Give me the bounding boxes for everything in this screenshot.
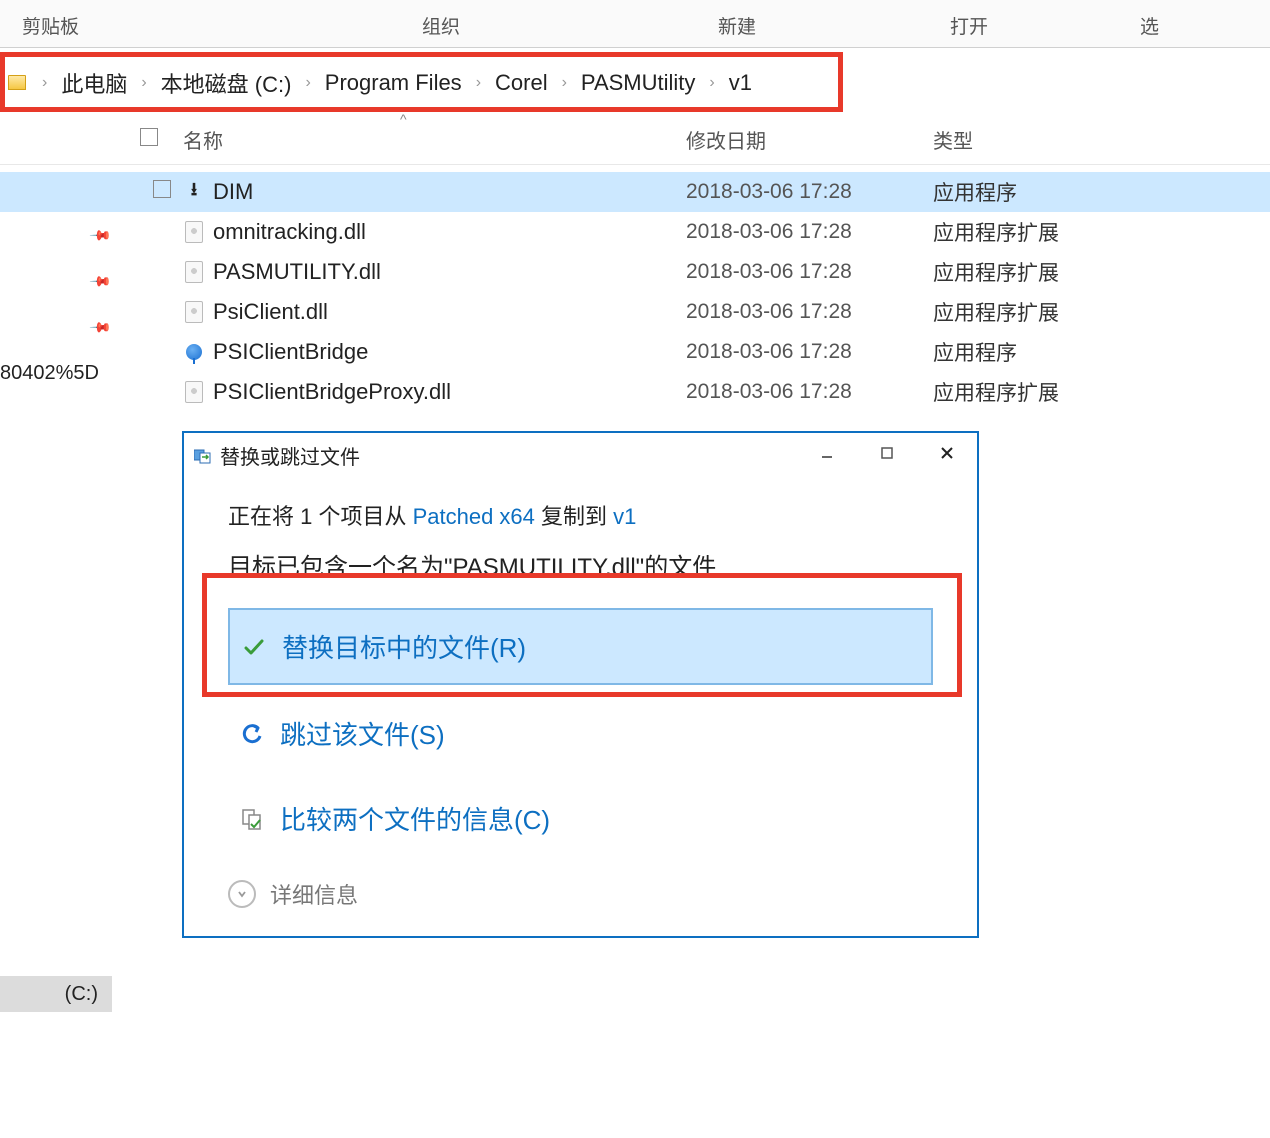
chevron-right-icon[interactable]: › <box>554 74 575 92</box>
crumb-v1[interactable]: v1 <box>729 70 752 96</box>
file-date: 2018-03-06 17:28 <box>686 380 852 404</box>
folder-icon <box>8 75 26 90</box>
check-icon <box>242 635 266 659</box>
file-name: PSIClientBridge <box>213 339 368 365</box>
file-row[interactable]: PASMUTILITY.dll 2018-03-06 17:28 应用程序扩展 <box>0 252 1270 292</box>
file-date: 2018-03-06 17:28 <box>686 300 852 324</box>
crumb-program-files[interactable]: Program Files <box>325 70 462 96</box>
chevron-right-icon[interactable]: › <box>34 74 55 92</box>
option-replace[interactable]: 替换目标中的文件(R) <box>228 608 933 685</box>
copy-dest-link[interactable]: v1 <box>613 504 636 529</box>
crumb-this-pc[interactable]: 此电脑 <box>61 67 127 99</box>
file-type: 应用程序扩展 <box>933 377 1059 407</box>
app-icon <box>183 341 205 363</box>
row-checkbox[interactable] <box>153 180 171 204</box>
close-button[interactable] <box>917 433 977 473</box>
file-list: ⭳ DIM 2018-03-06 17:28 应用程序 omnitracking… <box>0 172 1270 412</box>
file-type: 应用程序扩展 <box>933 257 1059 287</box>
option-skip-label: 跳过该文件(S) <box>280 715 445 752</box>
copy-mid-text: 复制到 <box>535 504 613 529</box>
column-header-modified[interactable]: 修改日期 <box>686 125 766 154</box>
file-row[interactable]: PSIClientBridgeProxy.dll 2018-03-06 17:2… <box>0 372 1270 412</box>
copy-files-icon <box>194 447 212 463</box>
ribbon-label-select: 选 <box>1140 12 1159 39</box>
dialog-footer: 详细信息 <box>228 878 358 910</box>
option-replace-label: 替换目标中的文件(R) <box>282 628 526 665</box>
ribbon-label-organize: 组织 <box>422 12 460 39</box>
compare-files-icon <box>240 807 264 831</box>
ribbon-label-open: 打开 <box>950 12 988 39</box>
sort-indicator-icon: ^ <box>400 111 407 127</box>
ribbon-label-new: 新建 <box>718 12 756 39</box>
column-header-name[interactable]: 名称 <box>183 125 223 154</box>
ribbon-group-labels: 剪贴板 组织 新建 打开 选 <box>0 0 1270 48</box>
dialog-body: 正在将 1 个项目从 Patched x64 复制到 v1 目标已包含一个名为"… <box>184 477 977 877</box>
dialog-conflict-message: 目标已包含一个名为"PASMUTILITY.dll"的文件 <box>228 547 933 582</box>
file-date: 2018-03-06 17:28 <box>686 180 852 204</box>
file-name: PASMUTILITY.dll <box>213 259 381 285</box>
dll-file-icon <box>183 381 205 403</box>
crumb-pasmutility[interactable]: PASMUtility <box>581 70 696 96</box>
maximize-button[interactable] <box>857 433 917 473</box>
copy-source-link[interactable]: Patched x64 <box>413 504 535 529</box>
file-type: 应用程序扩展 <box>933 297 1059 327</box>
address-bar[interactable]: › 此电脑 › 本地磁盘 (C:) › Program Files › Core… <box>0 55 1270 110</box>
chevron-right-icon[interactable]: › <box>297 74 318 92</box>
undo-arrow-icon <box>240 722 264 746</box>
file-row[interactable]: PsiClient.dll 2018-03-06 17:28 应用程序扩展 <box>0 292 1270 332</box>
breadcrumb[interactable]: › 此电脑 › 本地磁盘 (C:) › Program Files › Core… <box>0 67 752 99</box>
sidebar-drive-label: (C:) <box>65 983 98 1006</box>
file-row[interactable]: omnitracking.dll 2018-03-06 17:28 应用程序扩展 <box>0 212 1270 252</box>
option-compare[interactable]: 比较两个文件的信息(C) <box>228 782 933 855</box>
dialog-title: 替换或跳过文件 <box>220 441 360 470</box>
dll-file-icon <box>183 301 205 323</box>
option-compare-label: 比较两个文件的信息(C) <box>280 800 550 837</box>
expand-details-button[interactable] <box>228 880 256 908</box>
sidebar-drive-c[interactable]: (C:) <box>0 976 112 1012</box>
ribbon-label-clipboard: 剪贴板 <box>22 12 79 39</box>
file-type: 应用程序 <box>933 337 1017 367</box>
file-date: 2018-03-06 17:28 <box>686 260 852 284</box>
chevron-right-icon[interactable]: › <box>468 74 489 92</box>
file-row[interactable]: ⭳ DIM 2018-03-06 17:28 应用程序 <box>0 172 1270 212</box>
dll-file-icon <box>183 261 205 283</box>
file-row[interactable]: PSIClientBridge 2018-03-06 17:28 应用程序 <box>0 332 1270 372</box>
file-type: 应用程序 <box>933 177 1017 207</box>
chevron-right-icon[interactable]: › <box>133 74 154 92</box>
column-headers: ^ 名称 修改日期 类型 <box>0 115 1270 165</box>
dialog-title-bar[interactable]: 替换或跳过文件 <box>184 433 977 477</box>
file-date: 2018-03-06 17:28 <box>686 220 852 244</box>
file-name: PsiClient.dll <box>213 299 328 325</box>
replace-or-skip-dialog: 替换或跳过文件 正在将 1 个项目从 Patched x64 复制到 v1 目标… <box>182 431 979 938</box>
details-label[interactable]: 详细信息 <box>270 878 358 910</box>
option-skip[interactable]: 跳过该文件(S) <box>228 697 933 770</box>
download-arrow-icon: ⭳ <box>183 181 205 203</box>
crumb-corel[interactable]: Corel <box>495 70 548 96</box>
chevron-right-icon[interactable]: › <box>701 74 722 92</box>
minimize-button[interactable] <box>797 433 857 473</box>
copy-prefix-text: 正在将 1 个项目从 <box>228 504 413 529</box>
file-name: PSIClientBridgeProxy.dll <box>213 379 451 405</box>
column-header-type[interactable]: 类型 <box>933 125 973 154</box>
dialog-copy-message: 正在将 1 个项目从 Patched x64 复制到 v1 <box>228 499 933 531</box>
file-name: omnitracking.dll <box>213 219 366 245</box>
dll-file-icon <box>183 221 205 243</box>
file-date: 2018-03-06 17:28 <box>686 340 852 364</box>
file-type: 应用程序扩展 <box>933 217 1059 247</box>
crumb-drive-c[interactable]: 本地磁盘 (C:) <box>161 67 292 99</box>
header-checkbox[interactable] <box>140 128 158 152</box>
file-name: DIM <box>213 179 253 205</box>
